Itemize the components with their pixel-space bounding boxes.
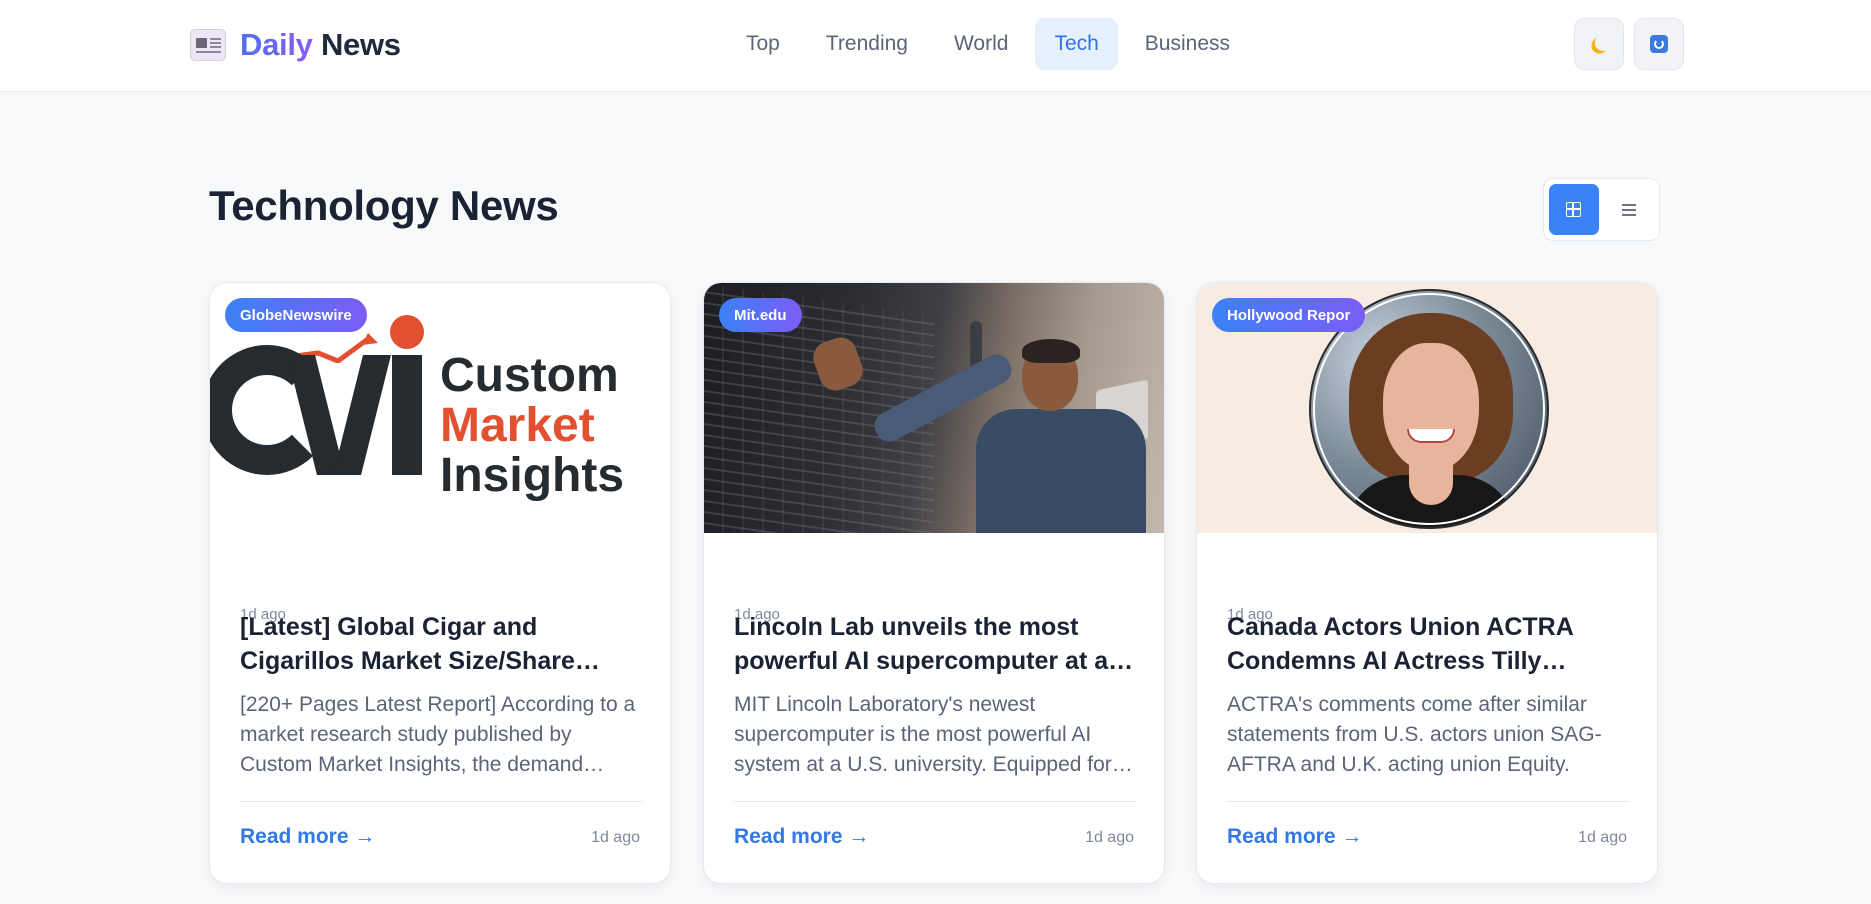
nav-item-top[interactable]: Top bbox=[727, 18, 799, 70]
brand-name: Daily News bbox=[240, 27, 401, 63]
card-description: ACTRA's comments come after similar stat… bbox=[1227, 693, 1602, 776]
moon-icon bbox=[1594, 34, 1613, 53]
nav-item-tech[interactable]: Tech bbox=[1035, 18, 1118, 70]
nav-item-trending[interactable]: Trending bbox=[807, 18, 927, 70]
card-title[interactable]: Lincoln Lab unveils the most powerful AI… bbox=[734, 610, 1138, 678]
person-hair bbox=[1022, 339, 1080, 363]
page-title: Technology News bbox=[209, 182, 559, 229]
card-description: MIT Lincoln Laboratory's newest supercom… bbox=[734, 693, 1112, 776]
grid-view-button[interactable] bbox=[1549, 184, 1599, 235]
card-footer-time: 1d ago bbox=[591, 829, 640, 846]
source-badge: GlobeNewswire bbox=[225, 298, 367, 332]
read-more-link[interactable]: Read more → bbox=[734, 825, 869, 849]
card-divider bbox=[240, 801, 642, 802]
news-card[interactable]: Hollywood Repor 1d ago Canada Actors Uni… bbox=[1196, 282, 1658, 884]
list-view-button[interactable] bbox=[1605, 184, 1655, 235]
nav-item-business[interactable]: Business bbox=[1126, 18, 1249, 70]
card-divider bbox=[734, 801, 1136, 802]
card-title[interactable]: [Latest] Global Cigar and Cigarillos Mar… bbox=[240, 610, 644, 678]
category-nav: Top Trending World Tech Business bbox=[727, 18, 1249, 70]
logo-dot bbox=[390, 315, 424, 349]
brand-logo[interactable]: Daily News bbox=[190, 24, 401, 66]
logo-word-custom: Custom bbox=[440, 349, 619, 402]
refresh-icon bbox=[1650, 35, 1668, 53]
brand-word-daily: Daily bbox=[240, 27, 313, 62]
top-header: Daily News Top Trending World Tech Busin… bbox=[0, 0, 1871, 92]
read-more-link[interactable]: Read more → bbox=[1227, 825, 1362, 849]
source-badge: Mit.edu bbox=[719, 298, 802, 332]
logo-letter-m-right bbox=[333, 355, 391, 475]
card-footer-time: 1d ago bbox=[1578, 829, 1627, 846]
read-more-link[interactable]: Read more → bbox=[240, 825, 375, 849]
theme-toggle-button[interactable] bbox=[1574, 18, 1624, 70]
nav-item-world[interactable]: World bbox=[935, 18, 1027, 70]
person-body bbox=[976, 409, 1146, 533]
grid-view-icon bbox=[1566, 202, 1582, 217]
newspaper-icon bbox=[190, 29, 226, 61]
logo-letter-i bbox=[392, 355, 422, 475]
view-mode-toggle bbox=[1543, 178, 1660, 241]
card-footer-time: 1d ago bbox=[1085, 829, 1134, 846]
card-title[interactable]: Canada Actors Union ACTRA Condemns AI Ac… bbox=[1227, 610, 1631, 678]
news-card[interactable]: Custom Market Insights GlobeNewswire 1d … bbox=[209, 282, 671, 884]
logo-word-market: Market bbox=[440, 399, 595, 452]
list-view-icon bbox=[1622, 208, 1637, 211]
logo-word-insights: Insights bbox=[440, 449, 625, 502]
card-description: [220+ Pages Latest Report] According to … bbox=[240, 693, 636, 776]
logo-wordmark: Custom Market Insights bbox=[440, 351, 624, 501]
refresh-button[interactable] bbox=[1634, 18, 1684, 70]
news-card[interactable]: Mit.edu 1d ago Lincoln Lab unveils the m… bbox=[703, 282, 1165, 884]
source-badge: Hollywood Repor bbox=[1212, 298, 1366, 332]
card-divider bbox=[1227, 801, 1629, 802]
brand-word-news: News bbox=[320, 27, 401, 62]
